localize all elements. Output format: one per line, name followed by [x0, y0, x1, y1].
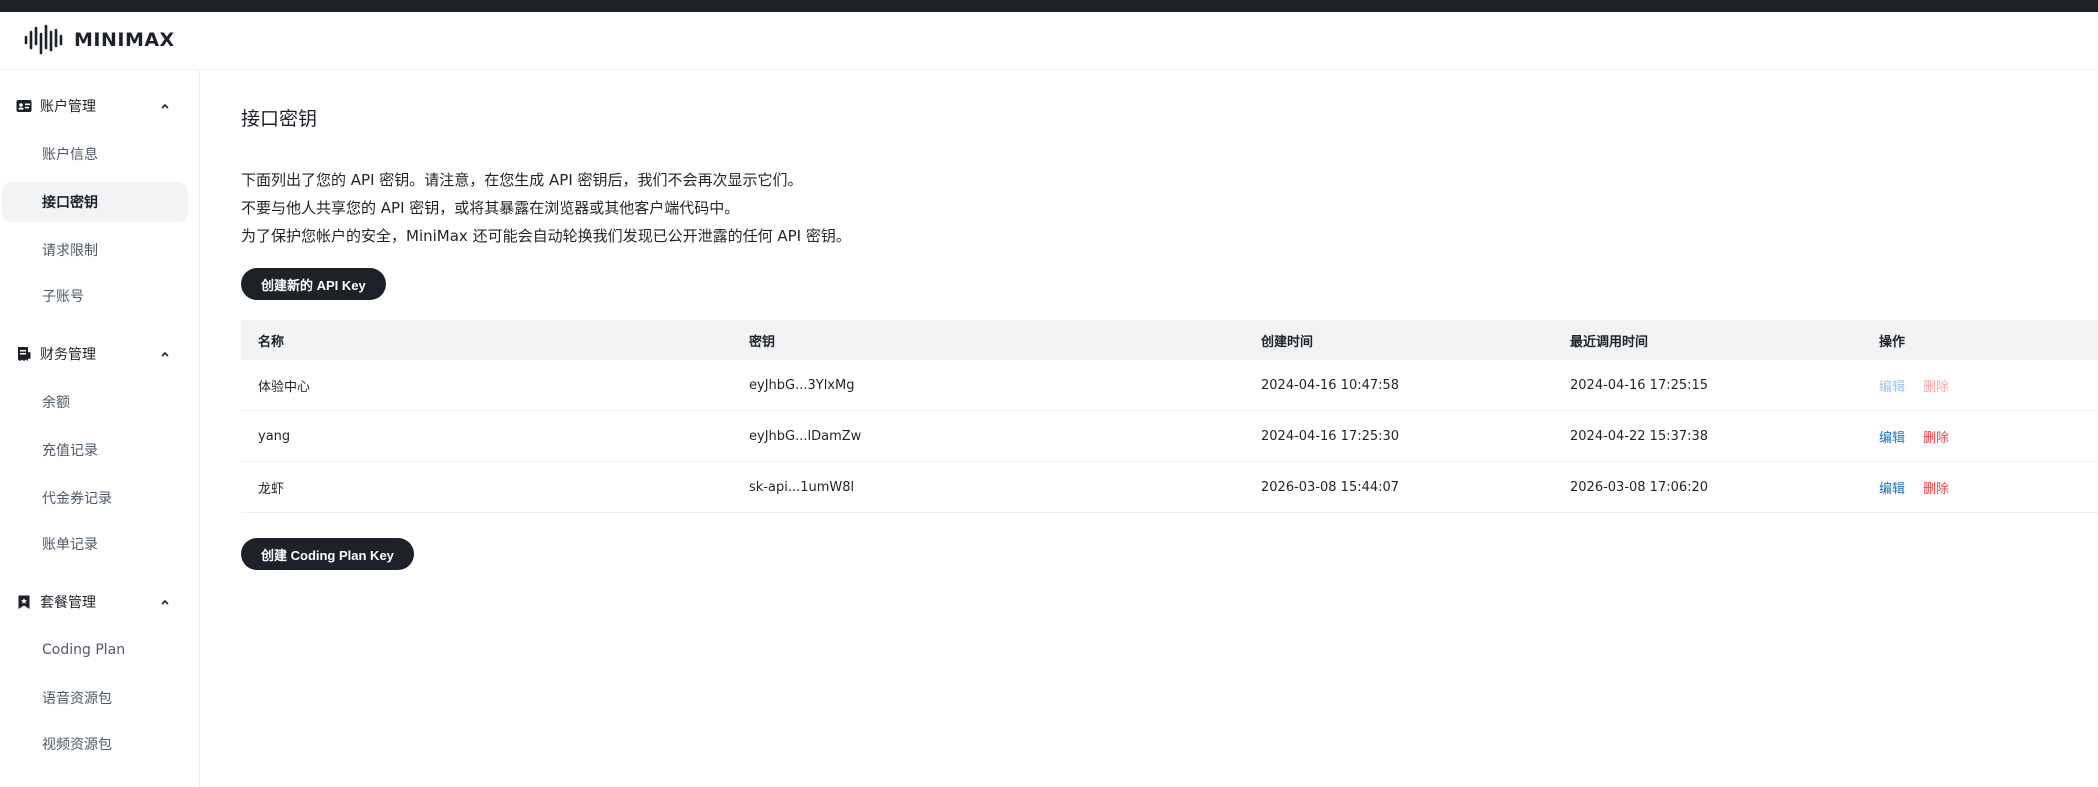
bookmark-icon [18, 595, 30, 609]
column-header-actions: 操作 [1879, 334, 1906, 350]
api-keys-table: 名称 密钥 创建时间 最近调用时间 操作 体验中心 eyJhbG...3YlxM… [241, 320, 2098, 513]
cell-actions: 编辑 删除 [1879, 411, 1967, 461]
cell-actions: 编辑 删除 [1879, 462, 1967, 512]
sidebar-item-label: 视频资源包 [42, 737, 112, 753]
description-line: 为了保护您帐户的安全，MiniMax 还可能会自动轮换我们发现已公开泄露的任何 … [241, 227, 851, 245]
top-strip [0, 0, 2098, 12]
description-line: 下面列出了您的 API 密钥。请注意，在您生成 API 密钥后，我们不会再次显示… [241, 171, 803, 189]
sidebar-group-account[interactable]: 账户管理 [0, 89, 200, 123]
sidebar-item-label: Coding Plan [42, 642, 126, 658]
brand-name: MINIMAX [74, 29, 175, 51]
description: 下面列出了您的 API 密钥。请注意，在您生成 API 密钥后，我们不会再次显示… [241, 166, 851, 250]
sidebar-item-label: 账户信息 [42, 147, 98, 163]
description-line: 不要与他人共享您的 API 密钥，或将其暴露在浏览器或其他客户端代码中。 [241, 199, 740, 217]
cell-name: 体验中心 [258, 379, 311, 395]
edit-button[interactable]: 编辑 [1879, 376, 1905, 395]
sidebar-group-label: 财务管理 [40, 347, 96, 363]
column-header-last-used: 最近调用时间 [1570, 334, 1649, 350]
column-header-created: 创建时间 [1261, 334, 1314, 350]
logo[interactable]: MINIMAX [24, 24, 175, 56]
sidebar-item-label: 余额 [42, 395, 70, 411]
table-header: 名称 密钥 创建时间 最近调用时间 操作 [241, 320, 2098, 360]
cell-last-used: 2026-03-08 17:06:20 [1570, 479, 1709, 495]
sidebar-item-voice-packs[interactable]: 语音资源包 [2, 678, 188, 718]
cell-name: yang [258, 428, 291, 444]
sidebar-item-label: 账单记录 [42, 537, 98, 553]
sidebar-group-label: 账户管理 [40, 99, 96, 115]
sidebar-item-api-keys[interactable]: 接口密钥 [2, 182, 188, 222]
sidebar: 账户管理 账户信息 接口密钥 请求限制 子账号 财务管理 余额 充值记录 代金券… [0, 70, 200, 787]
cell-key: sk-api...1umW8l [749, 479, 855, 495]
sidebar-item-sub-accounts[interactable]: 子账号 [2, 276, 188, 316]
page-title: 接口密钥 [241, 108, 318, 130]
sidebar-item-video-packs[interactable]: 视频资源包 [2, 724, 188, 764]
chevron-up-icon[interactable] [160, 349, 170, 359]
create-api-key-button[interactable]: 创建新的 API Key [241, 268, 386, 300]
delete-button[interactable]: 删除 [1923, 427, 1949, 446]
chevron-up-icon[interactable] [160, 597, 170, 607]
table-row: 龙虾 sk-api...1umW8l 2026-03-08 15:44:07 2… [241, 462, 2098, 513]
sidebar-item-recharge-records[interactable]: 充值记录 [2, 430, 188, 470]
id-card-icon [16, 100, 32, 112]
receipt-icon [18, 347, 31, 361]
cell-last-used: 2024-04-22 15:37:38 [1570, 428, 1709, 444]
delete-button[interactable]: 删除 [1923, 376, 1949, 395]
chevron-up-icon[interactable] [160, 101, 170, 111]
create-coding-plan-key-button[interactable]: 创建 Coding Plan Key [241, 538, 414, 570]
sidebar-item-coding-plan[interactable]: Coding Plan [2, 630, 188, 670]
cell-name: 龙虾 [258, 481, 285, 497]
header: MINIMAX [0, 12, 2098, 70]
sidebar-item-label: 接口密钥 [42, 195, 98, 211]
sidebar-item-voucher-records[interactable]: 代金券记录 [2, 478, 188, 518]
sidebar-item-label: 语音资源包 [42, 691, 112, 707]
cell-actions: 编辑 删除 [1879, 360, 1967, 410]
edit-button[interactable]: 编辑 [1879, 427, 1905, 446]
main-content: 接口密钥 下面列出了您的 API 密钥。请注意，在您生成 API 密钥后，我们不… [241, 70, 2098, 787]
table-row: yang eyJhbG...lDamZw 2024-04-16 17:25:30… [241, 411, 2098, 462]
cell-created: 2024-04-16 10:47:58 [1261, 377, 1400, 393]
table-row: 体验中心 eyJhbG...3YlxMg 2024-04-16 10:47:58… [241, 360, 2098, 411]
cell-created: 2026-03-08 15:44:07 [1261, 479, 1400, 495]
edit-button[interactable]: 编辑 [1879, 478, 1905, 497]
sidebar-item-label: 代金券记录 [42, 491, 112, 507]
delete-button[interactable]: 删除 [1923, 478, 1949, 497]
sidebar-item-balance[interactable]: 余额 [2, 382, 188, 422]
column-header-name: 名称 [258, 334, 285, 350]
cell-key: eyJhbG...lDamZw [749, 428, 862, 444]
sidebar-item-billing-records[interactable]: 账单记录 [2, 524, 188, 564]
sidebar-item-label: 子账号 [42, 289, 84, 305]
cell-created: 2024-04-16 17:25:30 [1261, 428, 1400, 444]
sidebar-group-plans[interactable]: 套餐管理 [0, 585, 200, 619]
column-header-key: 密钥 [749, 334, 776, 350]
sidebar-item-label: 充值记录 [42, 443, 98, 459]
minimax-logo-icon [24, 24, 63, 55]
sidebar-group-finance[interactable]: 财务管理 [0, 337, 200, 371]
sidebar-group-label: 套餐管理 [40, 595, 96, 611]
sidebar-item-rate-limits[interactable]: 请求限制 [2, 230, 188, 270]
sidebar-item-account-info[interactable]: 账户信息 [2, 134, 188, 174]
cell-key: eyJhbG...3YlxMg [749, 377, 855, 393]
cell-last-used: 2024-04-16 17:25:15 [1570, 377, 1709, 393]
sidebar-item-label: 请求限制 [42, 243, 98, 259]
